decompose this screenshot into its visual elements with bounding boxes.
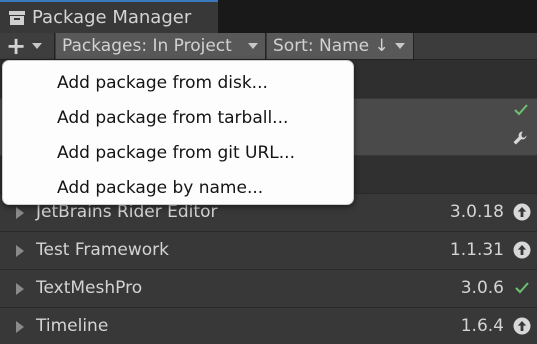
update-available-icon — [513, 203, 531, 221]
menu-item-label: Add package from git URL... — [57, 142, 295, 163]
sort-dropdown[interactable]: Sort: Name ↓ — [267, 33, 414, 59]
menu-item-add-from-tarball[interactable]: Add package from tarball... — [3, 100, 353, 135]
plus-icon: + — [6, 32, 27, 60]
chevron-down-icon — [395, 43, 405, 49]
chevron-down-icon — [248, 43, 258, 49]
add-package-menu: Add package from disk... Add package fro… — [2, 60, 354, 205]
package-row[interactable]: Test Framework 1.1.31 — [0, 231, 537, 268]
sort-label: Sort: Name ↓ — [273, 36, 389, 56]
add-package-button[interactable]: + — [0, 33, 55, 59]
window-titlebar: Package Manager — [0, 0, 537, 33]
package-name: TextMeshPro — [36, 278, 143, 298]
menu-item-label: Add package by name... — [57, 177, 264, 198]
expand-arrow-icon[interactable] — [16, 207, 24, 219]
packages-filter-label: Packages: In Project — [62, 36, 232, 56]
toolbar: + Packages: In Project Sort: Name ↓ — [0, 33, 537, 60]
package-manager-icon — [9, 10, 25, 25]
update-available-icon — [513, 241, 531, 259]
window-tab[interactable]: Package Manager — [0, 0, 218, 33]
check-icon — [515, 282, 529, 294]
menu-item-add-from-disk[interactable]: Add package from disk... — [3, 65, 353, 100]
package-row[interactable]: TextMeshPro 3.0.6 — [0, 269, 537, 306]
package-version: 1.1.31 — [449, 240, 504, 260]
menu-item-label: Add package from disk... — [57, 72, 268, 93]
update-available-icon — [513, 317, 531, 335]
package-version: 1.6.4 — [460, 316, 504, 336]
menu-item-add-by-name[interactable]: Add package by name... — [3, 170, 353, 205]
chevron-down-icon — [32, 43, 43, 49]
expand-arrow-icon[interactable] — [16, 283, 24, 295]
package-row[interactable]: Timeline 1.6.4 — [0, 307, 537, 344]
window-title: Package Manager — [32, 7, 192, 28]
wrench-icon — [513, 131, 527, 145]
packages-filter-dropdown[interactable]: Packages: In Project — [56, 33, 266, 59]
menu-item-add-from-git-url[interactable]: Add package from git URL... — [3, 135, 353, 170]
expand-arrow-icon[interactable] — [16, 321, 24, 333]
package-version: 3.0.18 — [449, 202, 504, 222]
package-name: Test Framework — [36, 240, 169, 260]
expand-arrow-icon[interactable] — [16, 245, 24, 257]
menu-item-label: Add package from tarball... — [57, 107, 289, 128]
check-icon — [514, 104, 528, 116]
package-name: JetBrains Rider Editor — [36, 202, 218, 222]
package-version: 3.0.6 — [460, 278, 504, 298]
package-name: Timeline — [36, 316, 109, 336]
